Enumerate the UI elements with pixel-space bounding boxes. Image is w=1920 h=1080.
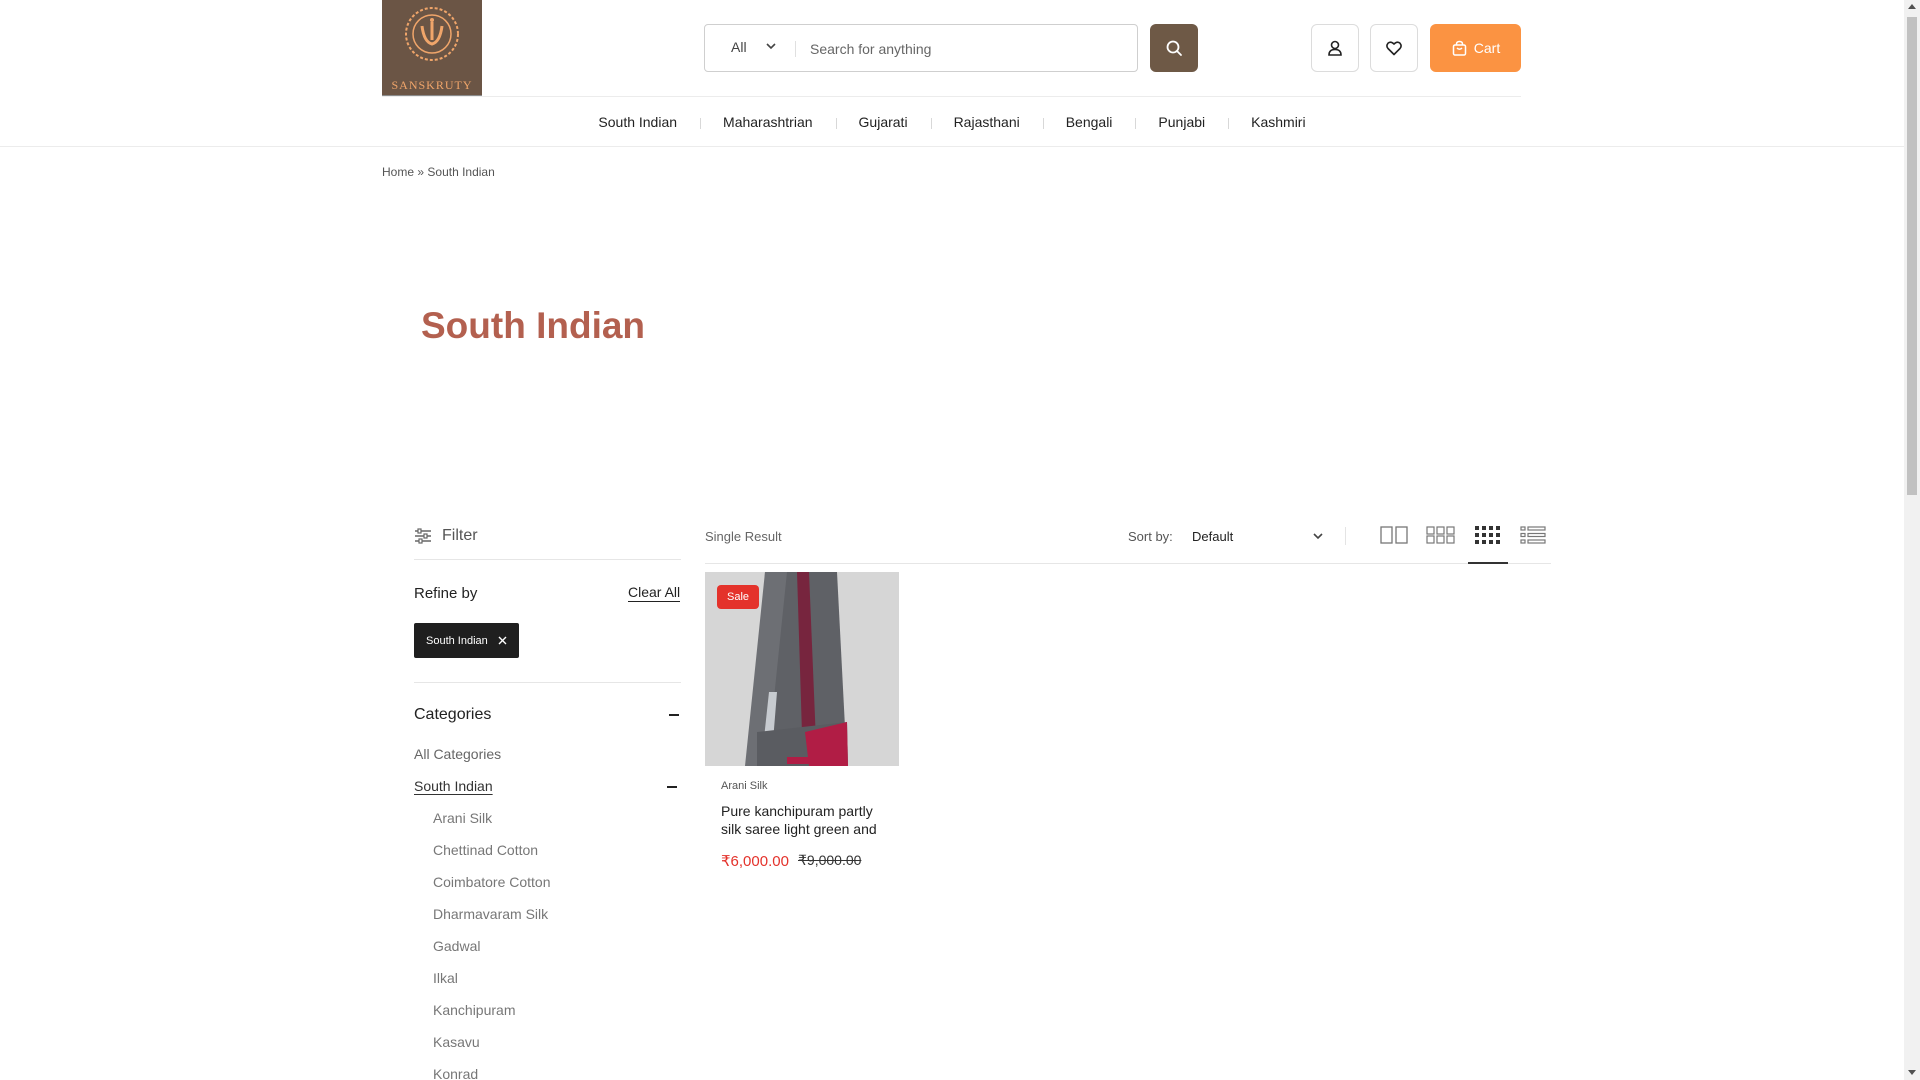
collapse-categories-icon[interactable] [669,714,679,716]
close-icon[interactable] [498,636,507,645]
wishlist-button[interactable] [1370,24,1418,72]
brand-logo[interactable]: SANSKRUTY [382,0,482,97]
nav-item-bengali[interactable]: Bengali [1042,114,1136,130]
list-view-icon[interactable] [1520,525,1546,545]
scrollbar-thumb[interactable] [1907,17,1917,495]
sliders-icon [415,528,431,544]
subcategory-item[interactable]: Ilkal [433,970,458,986]
subcategory-item[interactable]: Chettinad Cotton [433,842,538,858]
active-filter-label: South Indian [426,634,488,647]
shopping-bag-icon [1452,40,1467,56]
collapse-south-indian-icon[interactable] [667,786,677,788]
breadcrumb: Home » South Indian [382,165,495,179]
subcategory-item[interactable]: Arani Silk [433,810,492,826]
clear-all-link[interactable]: Clear All [628,584,681,602]
nav-divider [0,146,1904,147]
sort-select[interactable]: Default [1192,529,1233,544]
chevron-down-icon[interactable] [765,41,777,51]
filter-toggle[interactable]: Filter [414,527,478,545]
three-column-view-icon[interactable] [1426,525,1455,545]
category-south-indian[interactable]: South Indian [414,778,493,794]
subcategory-item[interactable]: Coimbatore Cotton [433,874,551,890]
nav-item-rajasthani[interactable]: Rajasthani [930,114,1043,130]
toolbar-divider [1345,527,1346,545]
cart-button[interactable]: Cart [1430,24,1521,72]
account-button[interactable] [1311,24,1359,72]
breadcrumb-separator: » [417,165,425,179]
scroll-up-arrow-icon[interactable] [1908,4,1916,9]
search-icon [1166,40,1182,56]
scroll-down-arrow-icon[interactable] [1908,1070,1916,1075]
search-category-select[interactable]: All [731,39,747,55]
result-count: Single Result [705,529,782,544]
main-nav: South Indian Maharashtrian Gujarati Raja… [0,112,1904,132]
product-category[interactable]: Arani Silk [721,780,767,792]
nav-item-punjabi[interactable]: Punjabi [1135,114,1228,130]
page: SANSKRUTY All Cart [0,0,1904,1080]
cart-label: Cart [1473,40,1501,56]
breadcrumb-current: South Indian [427,165,495,179]
product-original-price: ₹9,000.00 [798,852,862,868]
sort-label: Sort by: [1128,529,1173,544]
search-button[interactable] [1150,24,1198,72]
nav-item-south-indian[interactable]: South Indian [575,114,700,130]
refine-title: Refine by [414,585,478,602]
nav-item-gujarati[interactable]: Gujarati [835,114,931,130]
logo-emblem-icon [405,7,459,61]
toolbar-divider [705,563,1551,564]
sidebar-divider [414,682,681,683]
user-icon [1328,40,1342,56]
sidebar-divider [414,559,681,560]
search-input[interactable] [810,35,1120,63]
four-column-view-icon[interactable] [1474,525,1500,545]
active-view-indicator [1468,562,1508,564]
logo-text: SANSKRUTY [391,78,473,92]
sale-badge: Sale [717,585,759,609]
subcategory-item[interactable]: Kanchipuram [433,1002,516,1018]
heart-icon [1386,41,1402,56]
category-all[interactable]: All Categories [414,746,501,762]
active-filter-chip[interactable]: South Indian [414,623,519,658]
chevron-down-icon[interactable] [1312,531,1324,541]
subcategory-item[interactable]: Dharmavaram Silk [433,906,548,922]
search-bar: All [704,24,1138,72]
product-name[interactable]: Pure kanchipuram partly silk saree light… [721,802,891,838]
categories-title: Categories [414,706,492,723]
filter-label: Filter [442,527,478,544]
product-sale-price: ₹6,000.00 [721,853,789,870]
page-title: South Indian [421,305,646,346]
header-divider [382,96,1521,97]
search-divider [795,41,796,57]
nav-item-kashmiri[interactable]: Kashmiri [1228,114,1328,130]
nav-item-maharashtrian[interactable]: Maharashtrian [700,114,836,130]
subcategory-item[interactable]: Kasavu [433,1034,480,1050]
two-column-view-icon[interactable] [1380,525,1408,545]
subcategory-item[interactable]: Gadwal [433,938,480,954]
subcategory-item[interactable]: Konrad [433,1066,478,1080]
breadcrumb-home[interactable]: Home [382,165,414,179]
